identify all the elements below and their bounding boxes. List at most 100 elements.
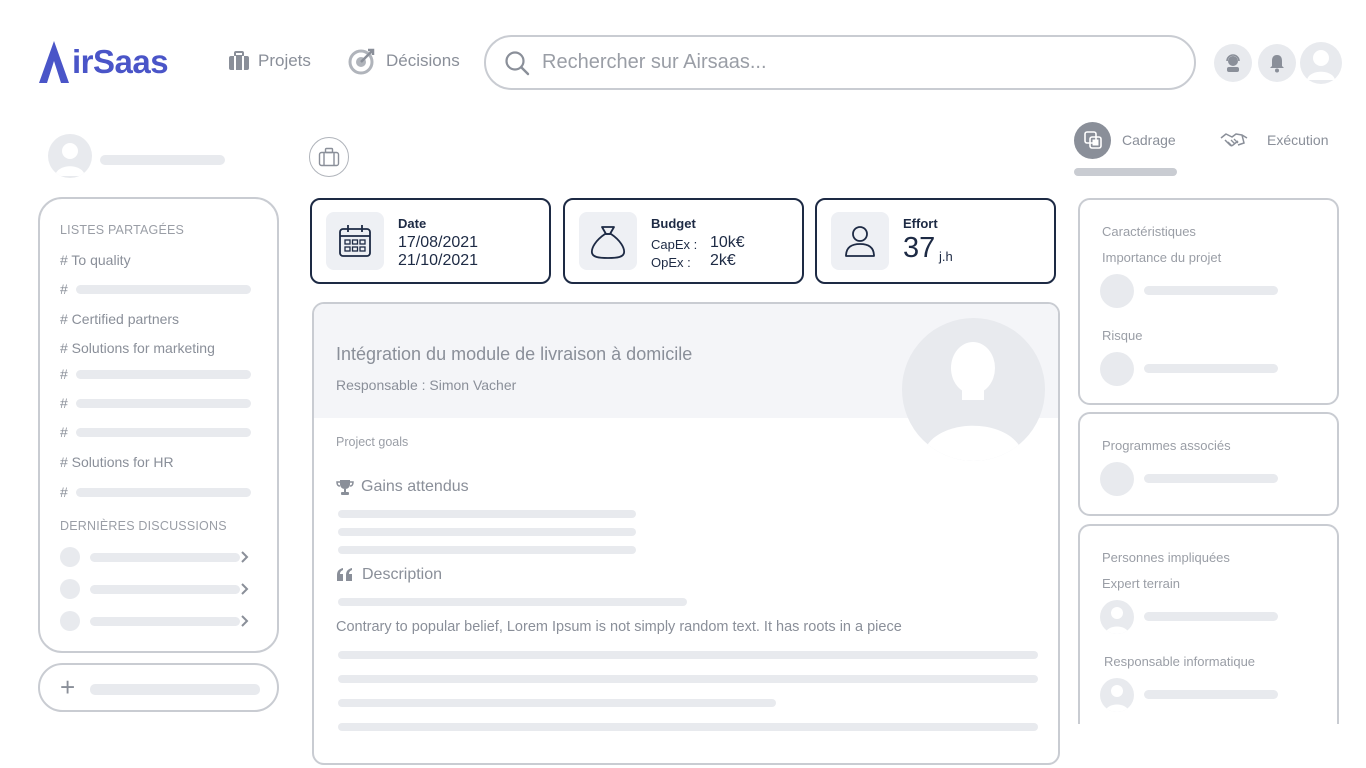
description-placeholder — [338, 651, 1038, 659]
gains-label: Gains attendus — [361, 478, 469, 495]
airsaas-logo[interactable]: irSaas — [38, 38, 190, 86]
avatar-icon — [1307, 50, 1335, 80]
importance-label: Importance du projet — [1102, 250, 1222, 265]
effort-unit: j.h — [939, 249, 953, 264]
description-placeholder — [338, 699, 776, 707]
tab-execution[interactable]: Exécution — [1220, 124, 1328, 156]
logo-a-icon — [39, 41, 69, 83]
description-section-title: Description — [336, 566, 442, 584]
user-avatar-button[interactable] — [1300, 42, 1342, 84]
trophy-icon — [336, 480, 354, 495]
project-type-button[interactable] — [309, 137, 349, 177]
list-item[interactable]: # — [60, 366, 68, 382]
chevron-right-icon[interactable] — [240, 614, 250, 628]
description-placeholder — [338, 723, 1038, 731]
list-item[interactable]: # Certified partners — [60, 311, 179, 327]
risk-icon-placeholder — [1100, 352, 1134, 386]
avatar-icon — [1105, 685, 1129, 712]
discussion-placeholder[interactable] — [90, 617, 240, 626]
gains-placeholder — [338, 528, 636, 536]
importance-icon-placeholder — [1100, 274, 1134, 308]
project-goals-label: Project goals — [336, 435, 409, 449]
date-end: 21/10/2021 — [398, 252, 479, 269]
programs-heading: Programmes associés — [1102, 438, 1231, 453]
characteristics-heading: Caractéristiques — [1102, 224, 1196, 239]
person-icon — [831, 212, 889, 270]
description-placeholder — [338, 675, 1038, 683]
tab-cadrage[interactable]: Cadrage — [1074, 120, 1194, 160]
description-text[interactable]: Contrary to popular belief, Lorem Ipsum … — [336, 619, 902, 635]
importance-placeholder[interactable] — [1144, 286, 1278, 295]
nav-decisions-label: Décisions — [386, 51, 460, 70]
add-list-button[interactable]: + — [38, 663, 279, 712]
it-avatar[interactable] — [1100, 678, 1134, 712]
avatar-icon — [922, 342, 1024, 461]
discussion-placeholder[interactable] — [90, 585, 240, 594]
expert-placeholder — [1144, 612, 1278, 621]
description-label: Description — [362, 566, 443, 583]
program-icon-placeholder — [1100, 462, 1134, 496]
shared-lists-panel: LISTES PARTAGÉES # To quality # # Certif… — [38, 197, 279, 653]
tab-execution-label: Exécution — [1267, 132, 1329, 148]
support-agent-icon — [1226, 54, 1240, 72]
discussions-heading: DERNIÈRES DISCUSSIONS — [60, 519, 227, 533]
effort-card-title: Effort — [903, 216, 938, 231]
project-panel: Intégration du module de livraison à dom… — [312, 302, 1060, 765]
expert-avatar[interactable] — [1100, 600, 1134, 634]
list-item-placeholder — [76, 285, 251, 294]
gains-placeholder — [338, 546, 636, 554]
description-placeholder — [338, 598, 687, 606]
date-card-title: Date — [398, 216, 427, 231]
program-placeholder[interactable] — [1144, 474, 1278, 483]
list-item[interactable]: # — [60, 395, 68, 411]
briefcase-icon — [318, 147, 340, 167]
sidebar-avatar[interactable] — [48, 134, 92, 178]
effort-card[interactable]: Effort 37 j.h — [815, 198, 1056, 284]
project-owner: Responsable : Simon Vacher — [336, 377, 517, 393]
list-item[interactable]: # To quality — [60, 252, 131, 268]
avatar-icon — [1105, 607, 1129, 634]
opex-label: OpEx : — [651, 255, 691, 270]
risk-label: Risque — [1102, 328, 1143, 343]
list-item[interactable]: # Solutions for marketing — [60, 340, 215, 356]
date-card[interactable]: Date 17/08/2021 21/10/2021 — [310, 198, 551, 284]
list-item[interactable]: # — [60, 281, 68, 297]
list-item[interactable]: # — [60, 484, 68, 500]
chevron-right-icon[interactable] — [240, 550, 250, 564]
nav-projets-label: Projets — [258, 51, 311, 70]
chevron-right-icon[interactable] — [240, 582, 250, 596]
risk-placeholder[interactable] — [1144, 364, 1278, 373]
calendar-icon — [326, 212, 384, 270]
it-label: Responsable informatique — [1104, 654, 1256, 669]
expert-label: Expert terrain — [1102, 576, 1181, 591]
briefcase-icon — [229, 51, 249, 70]
nav-projets[interactable]: Projets — [228, 46, 311, 76]
project-title[interactable]: Intégration du module de livraison à dom… — [336, 344, 692, 365]
shared-lists-heading: LISTES PARTAGÉES — [60, 223, 185, 237]
it-placeholder — [1144, 690, 1278, 699]
discussion-avatar — [60, 547, 80, 567]
characteristics-panel: Caractéristiques Importance du projet Ri… — [1078, 198, 1339, 405]
list-item[interactable]: # Solutions for HR — [60, 454, 174, 470]
handshake-icon — [1220, 133, 1248, 147]
notifications-button[interactable] — [1258, 44, 1296, 82]
list-item-placeholder — [76, 370, 251, 379]
support-button[interactable] — [1214, 44, 1252, 82]
list-item[interactable]: # — [60, 424, 68, 440]
search-input[interactable] — [542, 51, 1162, 74]
avatar-icon — [55, 143, 85, 176]
search-bar[interactable] — [484, 35, 1196, 90]
logo-text: irSaas — [72, 43, 169, 80]
active-tab-indicator — [1074, 168, 1177, 176]
nav-decisions[interactable]: Décisions — [348, 46, 460, 76]
plus-icon: + — [60, 672, 76, 702]
cadrage-icon — [1074, 121, 1111, 159]
gains-section-title: Gains attendus — [336, 478, 469, 496]
capex-value: 10k€ — [710, 234, 745, 251]
budget-card[interactable]: Budget CapEx : 10k€ OpEx : 2k€ — [563, 198, 804, 284]
discussion-placeholder[interactable] — [90, 553, 240, 562]
owner-avatar[interactable] — [902, 318, 1045, 461]
date-start: 17/08/2021 — [398, 234, 479, 251]
gains-placeholder — [338, 510, 636, 518]
people-panel: Personnes impliquées Expert terrain Resp… — [1078, 524, 1339, 724]
